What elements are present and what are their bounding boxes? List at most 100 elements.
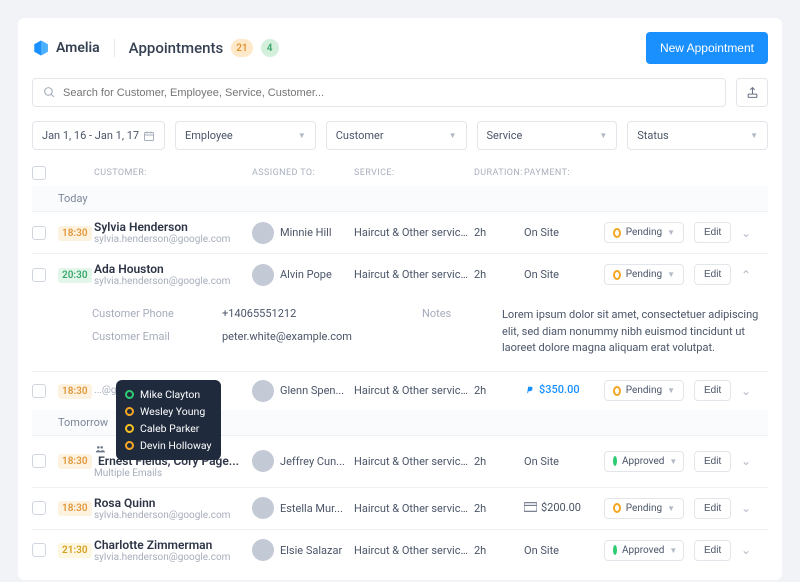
tooltip-name: Caleb Parker <box>140 422 199 435</box>
duration: 2h <box>474 384 524 397</box>
status-ring-icon <box>125 390 134 399</box>
duration: 2h <box>474 226 524 239</box>
status-ring-icon <box>125 407 134 416</box>
card-icon <box>524 502 537 512</box>
row-checkbox[interactable] <box>32 384 46 398</box>
date-range-text: Jan 1, 16 - Jan 1, 17 <box>42 129 139 142</box>
assigned-name: Glenn Spen... <box>280 384 350 397</box>
edit-button[interactable]: Edit <box>694 540 731 561</box>
customer-email: Multiple Emails <box>94 468 252 479</box>
customer-name: Rosa Quinn <box>94 496 252 510</box>
customer-email: sylvia.henderson@google.com <box>94 234 252 245</box>
status-ring-icon <box>613 456 617 466</box>
brand-text: Amelia <box>56 40 100 56</box>
status-select[interactable]: Approved ▼ <box>604 451 684 472</box>
email-value: peter.white@example.com <box>222 330 402 343</box>
search-input[interactable] <box>63 87 715 99</box>
status-ring-icon <box>613 270 621 280</box>
status-label: Pending <box>626 227 662 238</box>
search-box[interactable] <box>32 78 726 107</box>
payment-text: On Site <box>524 226 559 239</box>
edit-button[interactable]: Edit <box>694 498 731 519</box>
duration: 2h <box>474 502 524 515</box>
edit-button[interactable]: Edit <box>694 264 731 285</box>
service-filter[interactable]: Service ▼ <box>477 121 618 150</box>
status-select[interactable]: Pending ▼ <box>604 222 684 243</box>
new-appointment-button[interactable]: New Appointment <box>646 32 768 64</box>
tooltip-name: Devin Holloway <box>140 439 212 452</box>
status-ring-icon <box>125 424 134 433</box>
edit-button[interactable]: Edit <box>694 222 731 243</box>
assigned-name: Elsie Salazar <box>280 544 348 557</box>
avatar <box>252 264 274 286</box>
employee-filter[interactable]: Employee ▼ <box>175 121 316 150</box>
status-select[interactable]: Pending▼ <box>604 264 684 285</box>
status-filter[interactable]: Status ▼ <box>627 121 768 150</box>
avatar <box>252 380 274 402</box>
time-chip: 20:30 <box>58 268 92 283</box>
chevron-down-icon: ▼ <box>298 131 306 140</box>
status-ring-icon <box>613 503 621 513</box>
service-name: Haircut & Other servic... <box>354 268 474 281</box>
table-row: 21:30 Charlotte Zimmermansylvia.henderso… <box>32 530 768 567</box>
row-checkbox[interactable] <box>32 268 46 282</box>
table-row: 20:30 Ada Houstonsylvia.henderson@google… <box>32 254 768 295</box>
col-payment: PAYMENT: <box>524 168 604 178</box>
duration: 2h <box>474 455 524 468</box>
row-checkbox[interactable] <box>32 226 46 240</box>
expand-button[interactable]: ⌄ <box>736 543 756 557</box>
expand-button[interactable]: ⌄ <box>736 454 756 468</box>
expand-button[interactable]: ⌃ <box>736 268 756 282</box>
tooltip-item: Caleb Parker <box>125 420 212 437</box>
edit-button[interactable]: Edit <box>694 451 731 472</box>
edit-button[interactable]: Edit <box>694 380 731 401</box>
row-checkbox[interactable] <box>32 543 46 557</box>
status-select[interactable]: Approved▼ <box>604 540 684 561</box>
export-button[interactable] <box>736 78 768 107</box>
chevron-down-icon: ▼ <box>667 228 675 237</box>
chevron-down-icon: ▼ <box>669 457 677 466</box>
status-select[interactable]: Pending▼ <box>604 498 684 519</box>
table-row: 18:30 Sylvia Hendersonsylvia.henderson@g… <box>32 212 768 253</box>
tooltip-item: Wesley Young <box>125 403 212 420</box>
date-range-filter[interactable]: Jan 1, 16 - Jan 1, 17 <box>32 121 165 150</box>
status-label: Pending <box>626 503 662 514</box>
service-filter-label: Service <box>487 129 523 142</box>
select-all-checkbox[interactable] <box>32 166 46 180</box>
expand-button[interactable]: ⌄ <box>736 501 756 515</box>
duration: 2h <box>474 268 524 281</box>
expanded-detail: Customer PhoneCustomer Email +1406555121… <box>32 295 768 371</box>
expand-button[interactable]: ⌄ <box>736 384 756 398</box>
service-name: Haircut & Other servic... <box>354 384 474 397</box>
table-row: 18:30 Rosa Quinnsylvia.henderson@google.… <box>32 488 768 529</box>
tooltip-name: Mike Clayton <box>140 388 200 401</box>
customer-filter[interactable]: Customer ▼ <box>326 121 467 150</box>
time-chip: 18:30 <box>58 501 92 516</box>
status-label: Approved <box>622 456 664 467</box>
service-name: Haircut & Other servic... <box>354 502 474 515</box>
assigned-name: Estella Mur... <box>280 502 349 515</box>
status-label: Pending <box>626 269 662 280</box>
status-ring-icon <box>613 545 617 555</box>
row-checkbox[interactable] <box>32 454 46 468</box>
header: Amelia Appointments 21 4 New Appointment <box>32 32 768 64</box>
status-select[interactable]: Pending ▼ <box>604 380 684 401</box>
status-label: Pending <box>626 385 662 396</box>
page-title: Appointments <box>129 39 224 57</box>
customer-email: sylvia.henderson@google.com <box>94 276 252 287</box>
row-checkbox[interactable] <box>32 501 46 515</box>
expand-button[interactable]: ⌄ <box>736 226 756 240</box>
status-ring-icon <box>613 386 621 396</box>
status-label: Approved <box>622 545 664 556</box>
chevron-down-icon: ▼ <box>599 131 607 140</box>
customer-email: sylvia.henderson@google.com <box>94 510 252 521</box>
status-ring-icon <box>613 228 621 238</box>
time-chip: 18:30 <box>58 454 92 469</box>
chevron-down-icon: ▼ <box>667 386 675 395</box>
chevron-down-icon: ▼ <box>449 131 457 140</box>
notes-label: Notes <box>422 307 482 357</box>
logo-icon <box>32 39 50 57</box>
customer-filter-label: Customer <box>336 129 384 142</box>
notes-text: Lorem ipsum dolor sit amet, consectetuer… <box>502 307 768 357</box>
status-ring-icon <box>125 441 134 450</box>
